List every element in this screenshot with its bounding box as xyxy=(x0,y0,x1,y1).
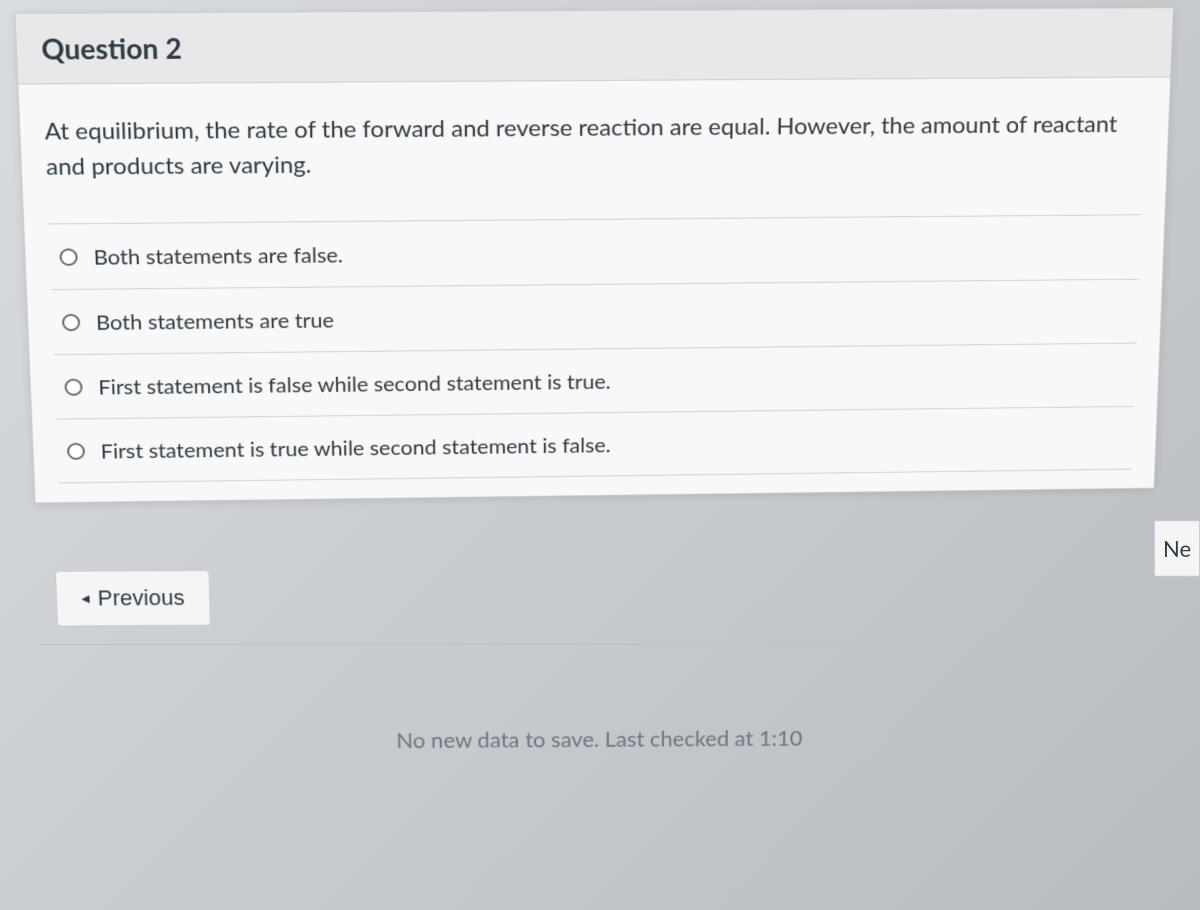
radio-icon[interactable] xyxy=(62,313,81,330)
save-status: No new data to save. Last checked at 1:1… xyxy=(0,722,1194,756)
options-list: Both statements are false. Both statemen… xyxy=(48,214,1141,483)
option-row-0[interactable]: Both statements are false. xyxy=(48,215,1141,290)
previous-label: Previous xyxy=(97,585,185,611)
option-label: Both statements are true xyxy=(95,307,334,335)
divider xyxy=(40,644,1160,645)
option-row-3[interactable]: First statement is true while second sta… xyxy=(56,407,1134,484)
question-body: At equilibrium, the rate of the forward … xyxy=(18,77,1170,502)
question-text: At equilibrium, the rate of the forward … xyxy=(44,107,1146,185)
option-label: First statement is false while second st… xyxy=(98,368,611,399)
question-title: Question 2 xyxy=(41,26,1149,66)
question-header: Question 2 xyxy=(16,8,1173,84)
next-button[interactable]: Ne xyxy=(1154,520,1200,576)
previous-button[interactable]: ◂ Previous xyxy=(55,570,211,627)
option-label: Both statements are false. xyxy=(93,241,343,269)
option-row-1[interactable]: Both statements are true xyxy=(51,280,1139,356)
radio-icon[interactable] xyxy=(64,378,82,395)
radio-icon[interactable] xyxy=(59,248,78,266)
next-label: Ne xyxy=(1163,535,1191,562)
option-label: First statement is true while second sta… xyxy=(100,432,611,464)
nav-section: ◂ Previous xyxy=(55,565,1174,626)
question-container: Question 2 At equilibrium, the rate of t… xyxy=(14,7,1173,503)
chevron-left-icon: ◂ xyxy=(81,589,90,609)
radio-icon[interactable] xyxy=(67,442,85,459)
